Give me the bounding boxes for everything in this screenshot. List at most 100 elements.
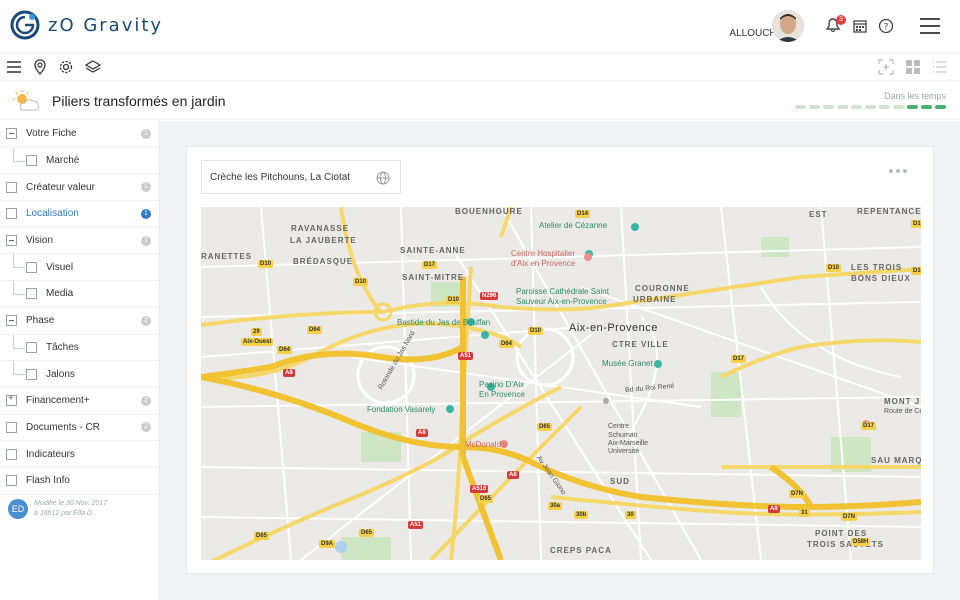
- sidebar-item[interactable]: Indicateurs: [0, 441, 159, 468]
- menu-icon[interactable]: [6, 59, 22, 75]
- sidebar-item[interactable]: Flash Info: [0, 468, 159, 495]
- map-label: Sauveur Aix-en-Provence: [516, 297, 607, 306]
- sidebar-item[interactable]: Votre Fiche 1: [0, 121, 159, 148]
- road-shield: D65: [478, 495, 494, 503]
- sidebar-item-label: Documents - CR: [26, 421, 100, 433]
- count-badge: 1: [141, 208, 151, 219]
- road-shield: 30b: [574, 511, 589, 519]
- map-label: BONS DIEUX: [851, 274, 911, 283]
- sidebar-item-label: Flash Info: [26, 475, 70, 487]
- map-label: EST: [809, 210, 828, 219]
- timeline-progress: [795, 105, 946, 109]
- map-label: BOUENHOURE: [455, 207, 523, 216]
- gravity-logo-icon: [10, 10, 40, 40]
- app-logo[interactable]: zO Gravity: [10, 10, 163, 40]
- sidebar-item-label: Indicateurs: [26, 448, 75, 460]
- sidebar-item-label: Jalons: [46, 368, 75, 380]
- checkbox[interactable]: [6, 475, 17, 487]
- road-shield: D10: [911, 220, 921, 228]
- hamburger-menu-icon[interactable]: [918, 16, 942, 36]
- road-shield: D10: [528, 327, 544, 335]
- road-shield: D58H: [851, 538, 871, 546]
- page-header: Piliers transformés en jardin Dans les t…: [0, 80, 960, 120]
- sidebar-item[interactable]: Tâches: [0, 334, 159, 362]
- checkbox[interactable]: [26, 368, 37, 380]
- tree-line: [13, 160, 25, 162]
- checkbox[interactable]: [6, 448, 17, 460]
- expand-toggle[interactable]: [6, 393, 17, 407]
- progress-segment: [935, 105, 946, 109]
- road-shield: N296: [480, 292, 499, 300]
- progress-segment: [837, 105, 848, 109]
- sidebar-item[interactable]: Localisation 1: [0, 201, 159, 228]
- map-label: Aix-en-Provence: [569, 322, 658, 334]
- map[interactable]: BOUENHOURE RAVANASSE LA JAUBERTE SAINTE-ANN…: [201, 207, 921, 560]
- map-label: RAVANASSE: [291, 224, 350, 233]
- map-label: Pasino D'Aix: [479, 380, 525, 389]
- progress-segment: [921, 105, 932, 109]
- sidebar-item[interactable]: Financement+ 2: [0, 388, 159, 415]
- globe-icon[interactable]: [376, 171, 390, 185]
- collapse-toggle[interactable]: [6, 128, 17, 140]
- modifier-avatar[interactable]: ED: [8, 499, 28, 519]
- progress-segment: [879, 105, 890, 109]
- help-icon[interactable]: ?: [878, 18, 894, 34]
- road-shield: Aix-Ouest: [241, 338, 274, 346]
- road-shield: A51: [458, 352, 474, 360]
- collapse-toggle[interactable]: [6, 315, 17, 327]
- checkbox[interactable]: [26, 288, 37, 300]
- sidebar-item[interactable]: Marché: [0, 147, 159, 175]
- sidebar-item[interactable]: Visuel: [0, 254, 159, 282]
- road-shield: D65: [359, 529, 375, 537]
- sidebar-item[interactable]: Créateur valeur 1: [0, 174, 159, 202]
- road-shield: D10: [826, 264, 842, 272]
- user-photo-icon: [772, 10, 804, 42]
- road-shield: D17: [422, 261, 438, 269]
- sidebar-item[interactable]: Jalons: [0, 361, 159, 388]
- sidebar-item-label: Tâches: [46, 341, 79, 353]
- grid-view-icon[interactable]: [905, 59, 921, 75]
- road-shield: A51: [408, 521, 424, 529]
- road-shield: D7N: [789, 490, 806, 498]
- layers-icon[interactable]: [85, 59, 101, 75]
- count-badge: 1: [141, 182, 151, 193]
- sidebar-item[interactable]: Vision 1: [0, 228, 159, 255]
- more-options-button[interactable]: [889, 169, 907, 173]
- fullscreen-icon[interactable]: [878, 59, 894, 75]
- collapse-toggle[interactable]: [6, 235, 17, 247]
- road-shield: D65: [537, 423, 553, 431]
- gear-icon[interactable]: [58, 59, 74, 75]
- map-label: d'Aix en Provence: [511, 259, 576, 268]
- sidebar-item[interactable]: Documents - CR 2: [0, 415, 159, 442]
- checkbox[interactable]: [26, 155, 37, 167]
- location-card: Crèche les Pitchouns, La Ciotat BOUENHOU…: [186, 146, 934, 574]
- road-shield: D10: [258, 260, 274, 268]
- sidebar-item-label: Visuel: [46, 261, 74, 273]
- checkbox[interactable]: [6, 208, 17, 220]
- calendar-icon[interactable]: [852, 18, 868, 34]
- checkbox[interactable]: [6, 181, 17, 193]
- sidebar-item[interactable]: Phase 2: [0, 308, 159, 335]
- avatar[interactable]: [772, 10, 804, 42]
- address-field[interactable]: Crèche les Pitchouns, La Ciotat: [201, 160, 401, 194]
- map-label: URBAINE: [633, 295, 677, 304]
- progress-segment: [893, 105, 904, 109]
- map-label: SAINT-MITRE: [402, 273, 465, 282]
- list-view-icon[interactable]: [932, 59, 948, 75]
- page-title: Piliers transformés en jardin: [52, 93, 226, 109]
- road-shield: D65: [254, 532, 270, 540]
- road-shield: D10: [911, 267, 921, 275]
- sidebar-item-label: Financement+: [26, 395, 90, 407]
- checkbox[interactable]: [26, 261, 37, 273]
- map-label: TROIS SAUTETS: [807, 540, 885, 549]
- map-label: McDonald's: [465, 440, 507, 449]
- last-modified: ED Modifié le 30 Nov. 2017 à 16h12 par E…: [8, 499, 107, 519]
- road-shield: D14: [575, 210, 591, 218]
- location-pin-icon[interactable]: [32, 59, 48, 75]
- road-shield: D7N: [841, 513, 858, 521]
- checkbox[interactable]: [26, 341, 37, 353]
- sidebar-item-label: Créateur valeur: [26, 181, 95, 193]
- road-shield: 29: [251, 328, 262, 336]
- sidebar-item[interactable]: Media: [0, 281, 159, 308]
- checkbox[interactable]: [6, 421, 17, 433]
